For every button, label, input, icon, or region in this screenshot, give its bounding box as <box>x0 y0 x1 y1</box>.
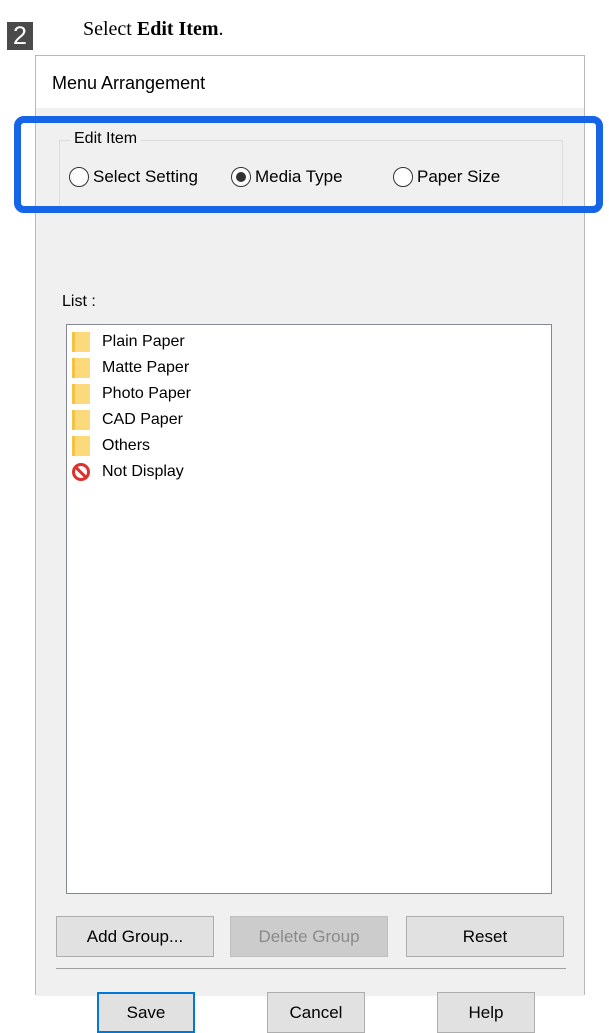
list-item-not-display[interactable]: Not Display <box>72 460 184 484</box>
folder-icon <box>72 332 90 352</box>
help-button[interactable]: Help <box>437 992 535 1033</box>
radio-label: Paper Size <box>417 167 501 186</box>
folder-icon <box>72 436 90 456</box>
list-item-label: Photo Paper <box>102 385 191 402</box>
step-text-bold: Edit Item <box>136 18 219 40</box>
step-text-prefix: Select <box>83 18 137 40</box>
step-text-suffix: . <box>218 18 224 40</box>
not-display-icon <box>72 463 90 481</box>
reset-button[interactable]: Reset <box>406 916 564 957</box>
list-item-others[interactable]: Others <box>72 434 150 458</box>
list-item-label: Others <box>102 437 151 454</box>
step-badge: 2 <box>7 22 33 50</box>
menu-arrangement-dialog: Menu Arrangement Edit Item Select Settin… <box>35 55 585 1033</box>
radio-unchecked-icon <box>393 167 413 187</box>
list-item-cad-paper[interactable]: CAD Paper <box>72 408 183 432</box>
cancel-button[interactable]: Cancel <box>267 992 365 1033</box>
list-label: List : <box>62 293 96 310</box>
list-item-label: CAD Paper <box>102 411 183 428</box>
radio-select-setting[interactable]: Select Setting <box>69 167 198 187</box>
dialog-body: Edit Item Select Setting Media Type Pape… <box>36 108 584 1033</box>
list-tree[interactable]: Plain Paper Matte Paper Photo Paper CAD … <box>66 324 552 894</box>
add-group-button[interactable]: Add Group... <box>56 916 214 957</box>
save-button[interactable]: Save <box>97 992 195 1033</box>
dialog-title: Menu Arrangement <box>52 73 206 93</box>
radio-paper-size[interactable]: Paper Size <box>393 167 500 187</box>
list-item-matte-paper[interactable]: Matte Paper <box>72 356 189 380</box>
radio-unchecked-icon <box>69 167 89 187</box>
radio-checked-icon <box>231 167 251 187</box>
radio-label: Select Setting <box>93 167 198 186</box>
folder-icon <box>72 358 90 378</box>
folder-icon <box>72 384 90 404</box>
step-instruction: Select Edit Item. <box>83 18 224 41</box>
list-item-photo-paper[interactable]: Photo Paper <box>72 382 191 406</box>
list-item-label: Not Display <box>102 463 184 480</box>
radio-media-type[interactable]: Media Type <box>231 167 343 187</box>
delete-group-button[interactable]: Delete Group <box>230 916 388 957</box>
list-item-label: Plain Paper <box>102 333 185 350</box>
button-separator <box>56 968 566 969</box>
list-item-plain-paper[interactable]: Plain Paper <box>72 330 185 354</box>
list-item-label: Matte Paper <box>102 359 190 376</box>
radio-label: Media Type <box>255 167 343 186</box>
folder-icon <box>72 410 90 430</box>
edit-item-legend: Edit Item <box>70 130 142 148</box>
edit-item-group: Edit Item Select Setting Media Type Pape… <box>59 130 563 208</box>
